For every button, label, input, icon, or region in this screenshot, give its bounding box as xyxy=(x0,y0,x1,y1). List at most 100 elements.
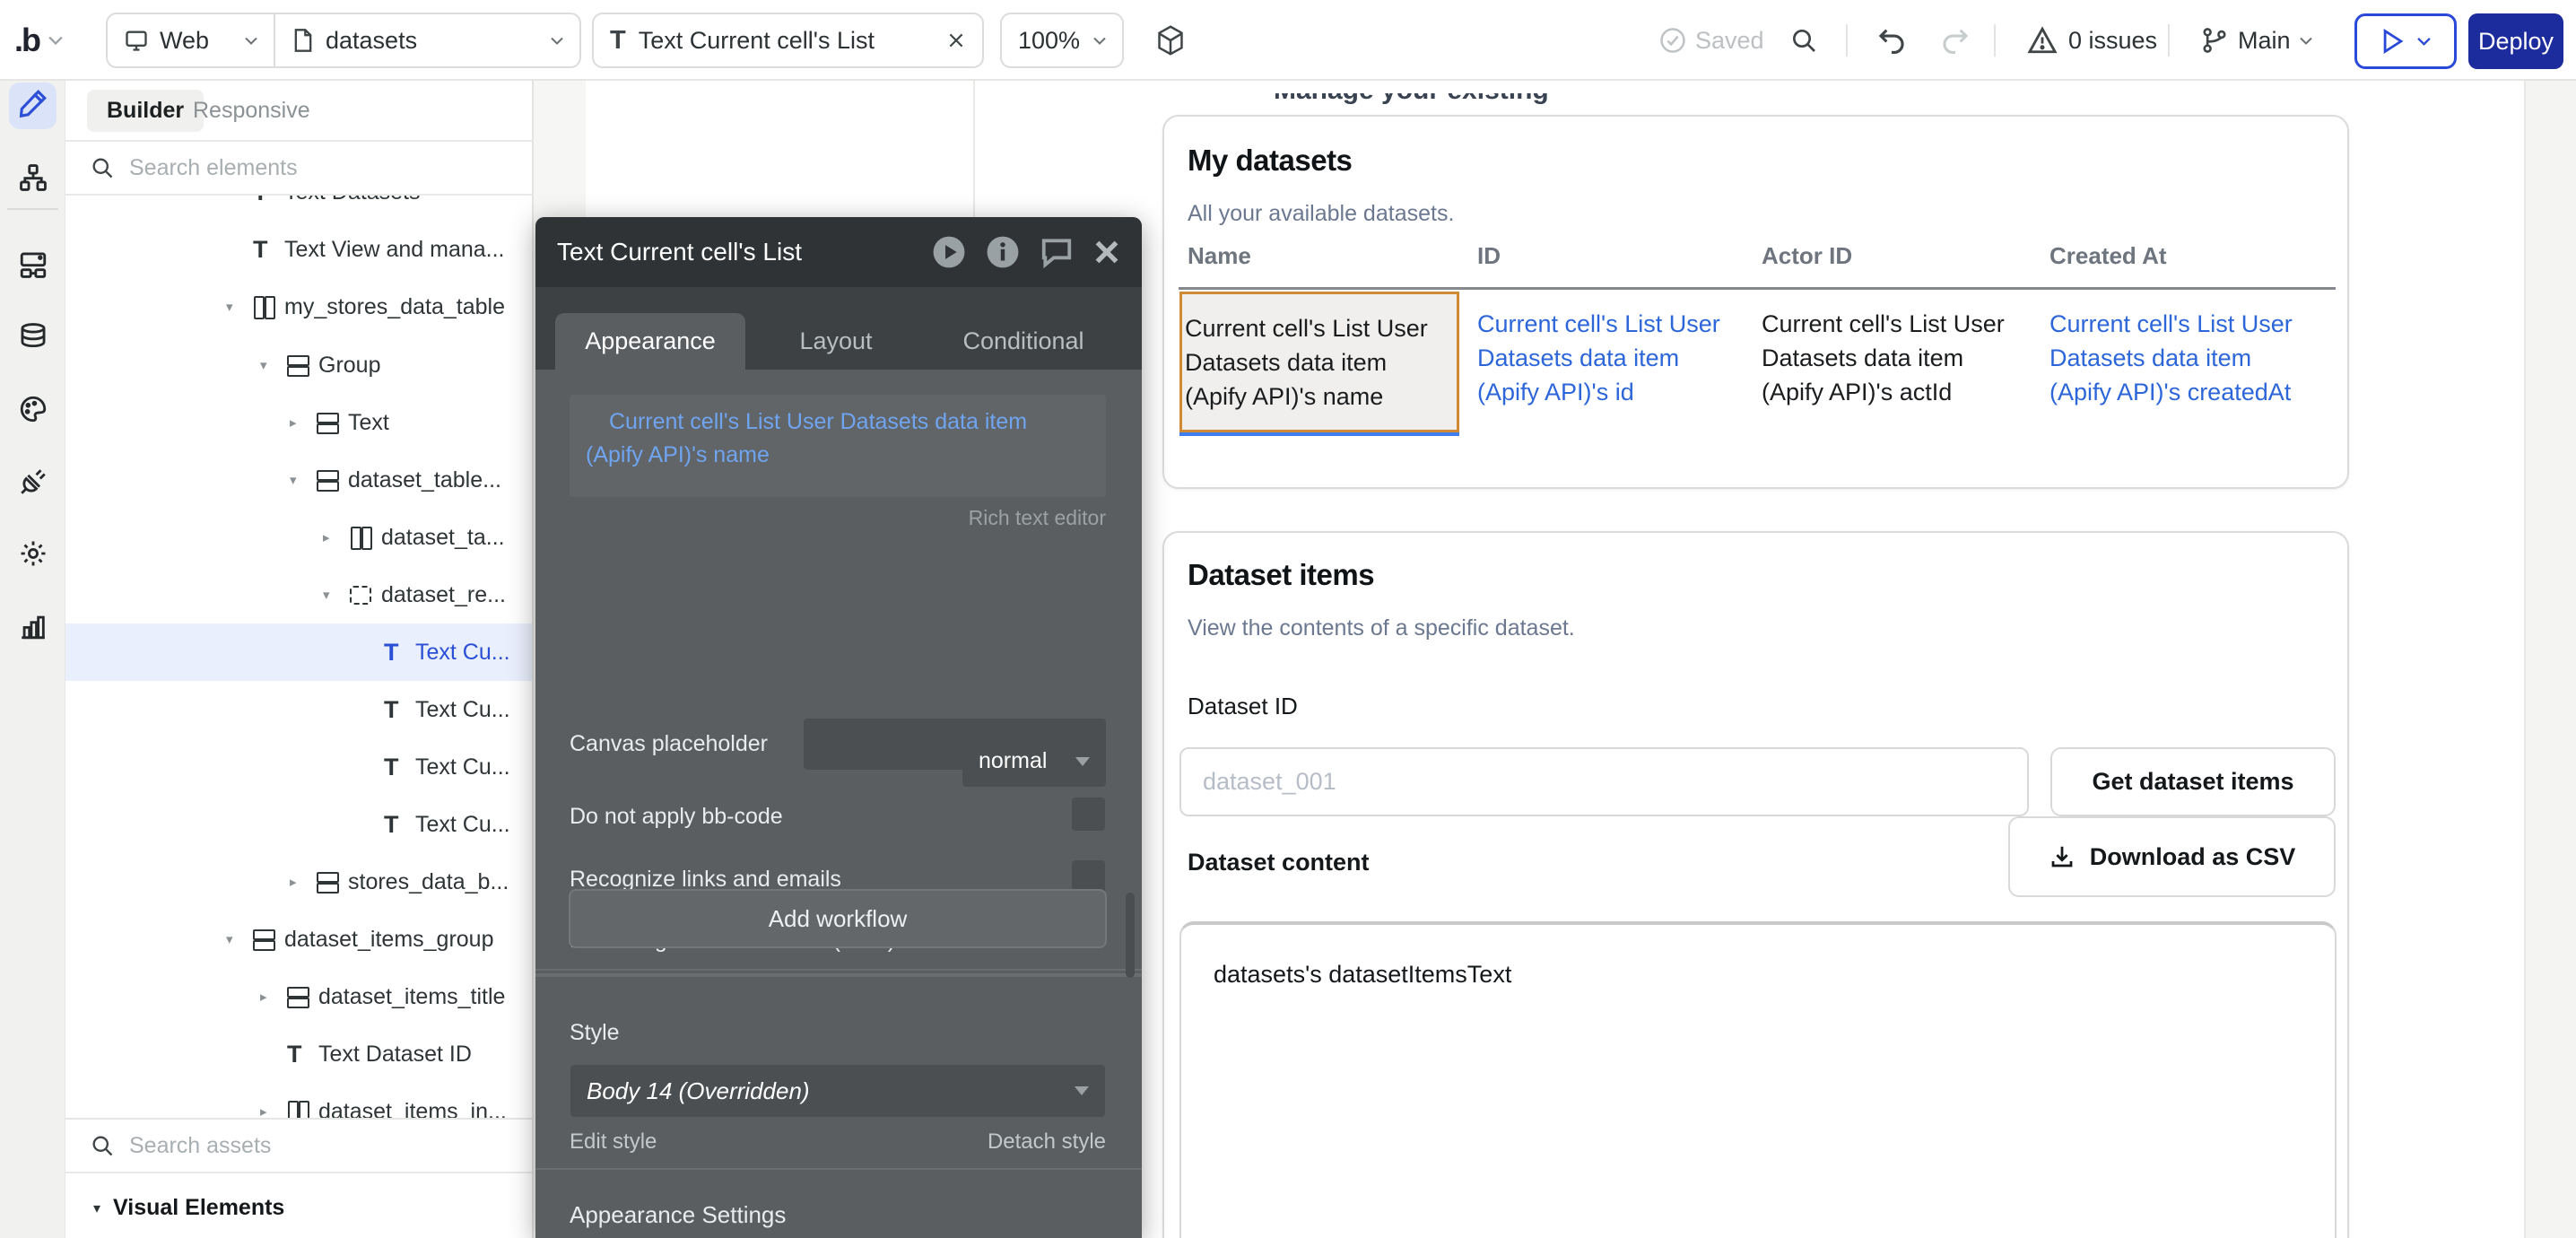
zoom-dropdown[interactable]: 100% xyxy=(1000,13,1124,68)
branch-selector[interactable]: Main xyxy=(2200,13,2312,68)
tree-item-stores-data-b[interactable]: ▸stores_data_b... xyxy=(65,853,532,911)
tree-item-text-view[interactable]: Text View and mana... xyxy=(65,221,532,278)
reusables-tool-button[interactable] xyxy=(0,249,65,280)
tab-layout[interactable]: Layout xyxy=(746,313,926,370)
tree-item-label: dataset_items_title xyxy=(318,984,505,1010)
tab-appearance[interactable]: Appearance xyxy=(555,313,745,370)
issues-indicator[interactable]: 0 issues xyxy=(2027,13,2157,68)
search-elements-input[interactable] xyxy=(129,155,470,181)
chevron-down-icon[interactable]: ▾ xyxy=(323,587,350,603)
tree-item-text-datasets[interactable]: Text Datasets xyxy=(65,196,532,221)
page-dropdown[interactable]: datasets xyxy=(275,14,579,66)
edit-style-link[interactable]: Edit style xyxy=(570,1129,657,1155)
tree-item-text-current[interactable]: Text Cu... xyxy=(65,738,532,796)
tree-item-dataset-ta[interactable]: ▸dataset_ta... xyxy=(65,509,532,566)
slides-icon xyxy=(18,249,48,280)
data-tool-button[interactable] xyxy=(0,321,65,352)
tree-item-group[interactable]: ▾Group xyxy=(65,336,532,394)
app-menu-button[interactable]: .b xyxy=(14,13,63,68)
cell-actor-id[interactable]: Current cell's List User Datasets data i… xyxy=(1762,307,2031,409)
search-button[interactable] xyxy=(1789,13,1818,68)
html-tag-select[interactable]: normal xyxy=(962,736,1106,787)
cell-created-at[interactable]: Current cell's List User Datasets data i… xyxy=(2049,307,2319,409)
inspector-scrollbar-thumb[interactable] xyxy=(1126,893,1135,978)
run-icon[interactable] xyxy=(932,235,966,269)
tree-item-text-dataset-id[interactable]: Text Dataset ID xyxy=(65,1025,532,1083)
tree-item-text-current-selected[interactable]: Text Cu... xyxy=(65,623,532,681)
gear-icon xyxy=(18,538,48,569)
redo-button[interactable] xyxy=(1940,13,1971,68)
cell-name[interactable]: Current cell's List User Datasets data i… xyxy=(1185,311,1454,414)
download-csv-button[interactable]: Download as CSV xyxy=(2008,816,2336,897)
table-element-icon xyxy=(253,296,274,318)
style-select[interactable]: Body 14 (Overridden) xyxy=(570,1065,1105,1117)
dataset-content-box[interactable]: datasets's datasetItemsText xyxy=(1179,921,2337,1238)
sitemap-icon xyxy=(18,162,48,193)
get-dataset-items-label: Get dataset items xyxy=(2092,768,2293,796)
get-dataset-items-button[interactable]: Get dataset items xyxy=(2050,747,2336,816)
visual-elements-section[interactable]: ▾ Visual Elements xyxy=(65,1172,532,1238)
dataset-id-input[interactable] xyxy=(1179,747,2029,816)
tree-item-dataset-items-title[interactable]: ▸ dataset_items_title xyxy=(65,968,532,1025)
appearance-settings-label: Appearance Settings xyxy=(570,1201,786,1229)
chevron-right-icon[interactable]: ▸ xyxy=(323,529,350,545)
cell-id[interactable]: Current cell's List User Datasets data i… xyxy=(1477,307,1746,409)
deploy-button[interactable]: Deploy xyxy=(2468,13,2563,69)
tree-item-dataset-items-in[interactable]: ▸ dataset_items_in... xyxy=(65,1083,532,1118)
styles-tool-button[interactable] xyxy=(0,394,65,424)
rich-text-editor-link[interactable]: Rich text editor xyxy=(969,506,1106,530)
close-icon[interactable] xyxy=(946,31,966,50)
component-library-button[interactable] xyxy=(1155,13,1186,68)
column-header-actor-id: Actor ID xyxy=(1762,242,1852,270)
chevron-down-icon[interactable]: ▾ xyxy=(226,299,253,315)
chevron-right-icon[interactable]: ▸ xyxy=(260,989,287,1005)
text-element-icon xyxy=(253,239,274,260)
bubble-editor: Manage your existing My datasets All you… xyxy=(0,0,2576,1238)
tab-responsive[interactable]: Responsive xyxy=(193,90,310,132)
chevron-down-icon[interactable]: ▾ xyxy=(226,931,253,947)
tree-item-dataset-table[interactable]: ▾dataset_table... xyxy=(65,451,532,509)
undo-button[interactable] xyxy=(1876,13,1907,68)
text-element-icon xyxy=(384,641,405,663)
add-workflow-button[interactable]: Add workflow xyxy=(569,889,1107,948)
comment-icon[interactable] xyxy=(1040,235,1074,269)
search-assets-input[interactable] xyxy=(129,1133,470,1159)
download-icon xyxy=(2049,843,2076,870)
chevron-right-icon[interactable]: ▸ xyxy=(290,414,317,431)
design-tool-button[interactable] xyxy=(0,88,65,118)
tree-item-dataset-re[interactable]: ▾dataset_re... xyxy=(65,566,532,623)
tab-builder[interactable]: Builder xyxy=(87,90,204,132)
tree-item-text-current[interactable]: Text Cu... xyxy=(65,681,532,738)
plugins-tool-button[interactable] xyxy=(0,466,65,497)
bubble-logo: .b xyxy=(14,22,39,59)
info-icon[interactable] xyxy=(986,235,1020,269)
tree-item-text[interactable]: ▸ Text xyxy=(65,394,532,451)
tree-item-text-current[interactable]: Text Cu... xyxy=(65,796,532,853)
workflow-tool-button[interactable] xyxy=(0,162,65,193)
selected-element-underline xyxy=(1179,432,1459,436)
chevron-right-icon[interactable]: ▸ xyxy=(290,874,317,890)
bb-code-checkbox[interactable] xyxy=(1072,798,1105,831)
chevron-right-icon[interactable]: ▸ xyxy=(260,1103,287,1118)
chevron-down-icon xyxy=(1075,757,1090,766)
play-icon xyxy=(2381,29,2405,54)
preview-button[interactable] xyxy=(2354,13,2457,69)
chevron-down-icon[interactable]: ▾ xyxy=(290,472,317,488)
deploy-label: Deploy xyxy=(2478,28,2554,56)
tab-conditional[interactable]: Conditional xyxy=(934,313,1113,370)
element-tab[interactable]: T Text Current cell's List xyxy=(592,13,984,68)
detach-style-link[interactable]: Detach style xyxy=(988,1129,1106,1155)
tree-item-dataset-items-group[interactable]: ▾ dataset_items_group xyxy=(65,911,532,968)
close-icon[interactable] xyxy=(1093,239,1120,266)
tree-item-label: dataset_items_in... xyxy=(318,1099,507,1119)
settings-tool-button[interactable] xyxy=(0,538,65,569)
chevron-down-icon[interactable]: ▾ xyxy=(260,357,287,373)
platform-dropdown[interactable]: Web xyxy=(108,14,274,66)
tree-item-my-stores-data-table[interactable]: ▾my_stores_data_table xyxy=(65,278,532,336)
text-expression-editor[interactable]: Current cell's List User Datasets data i… xyxy=(570,395,1106,497)
tree-item-label: dataset_items_group xyxy=(284,927,493,953)
logs-tool-button[interactable] xyxy=(0,611,65,641)
canvas-right-margin xyxy=(2524,81,2576,1238)
property-editor-header[interactable]: Text Current cell's List xyxy=(535,217,1142,287)
tree-item-label: Text xyxy=(348,410,389,436)
